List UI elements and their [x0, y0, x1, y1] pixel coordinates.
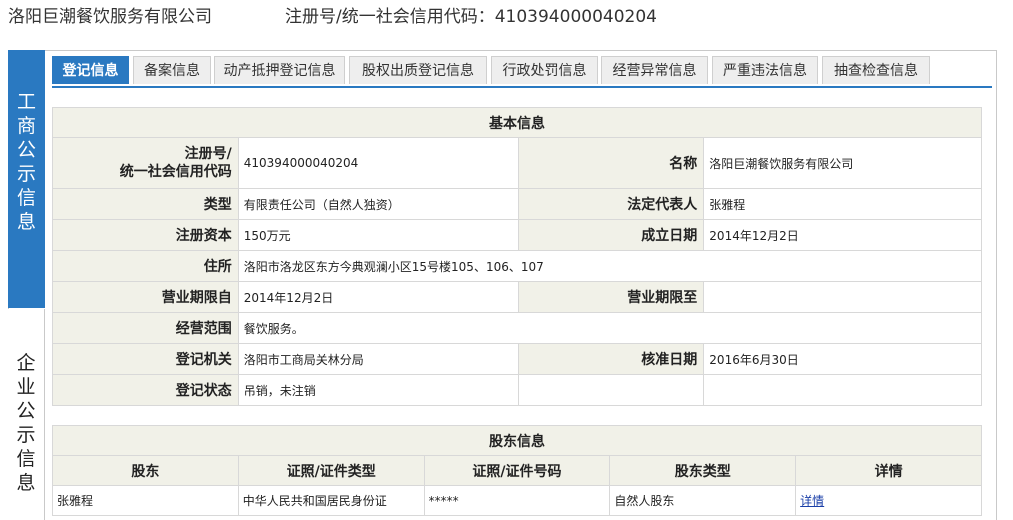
term-from-value: 2014年12月2日: [237, 281, 519, 313]
tab-spot-check[interactable]: 抽查检查信息: [822, 56, 930, 84]
type-value: 有限责任公司（自然人独资）: [237, 188, 519, 220]
status-value: 吊销，未注销: [237, 374, 519, 406]
legal-rep-value: 张雅程: [703, 188, 982, 220]
founded-value: 2014年12月2日: [703, 219, 982, 251]
shareholder-name: 张雅程: [52, 485, 239, 516]
basic-info-title: 基本信息: [52, 107, 982, 138]
address-value: 洛阳市洛龙区东方今典观澜小区15号楼105、106、107: [237, 250, 983, 282]
reg-no-label-line2: 统一社会信用代码: [119, 164, 232, 180]
company-title: 洛阳巨潮餐饮服务有限公司: [8, 7, 212, 27]
col-header-id-number: 证照/证件号码: [423, 455, 611, 486]
name-value: 洛阳巨潮餐饮服务有限公司: [703, 137, 982, 189]
sidebar-item-qiye[interactable]: 企业公示信息: [8, 309, 45, 520]
col-header-id-type: 证照/证件类型: [237, 455, 425, 486]
sidebar-gongshang-label: 工商公示信息: [16, 91, 36, 233]
tab-chattel-mortgage[interactable]: 动产抵押登记信息: [214, 56, 345, 84]
table-row: 张雅程 中华人民共和国居民身份证 ***** 自然人股东 详情: [52, 485, 982, 516]
shareholder-type: 自然人股东: [609, 485, 797, 516]
name-label: 名称: [517, 137, 705, 189]
shareholder-id-type: 中华人民共和国居民身份证: [237, 485, 425, 516]
registration-number-line: 注册号/统一社会信用代码：410394000040204: [285, 7, 657, 27]
shareholder-detail-cell: 详情: [795, 485, 982, 516]
scope-label: 经营范围: [52, 312, 239, 344]
tab-bar: 登记信息 备案信息 动产抵押登记信息 股权出质登记信息 行政处罚信息 经营异常信…: [52, 56, 992, 88]
legal-rep-label: 法定代表人: [517, 188, 705, 220]
capital-value: 150万元: [237, 219, 519, 251]
term-to-value: [703, 281, 982, 313]
tab-admin-penalty[interactable]: 行政处罚信息: [491, 56, 598, 84]
col-header-holder-type: 股东类型: [609, 455, 797, 486]
sidebar-item-gongshang[interactable]: 工商公示信息: [8, 50, 45, 308]
shareholder-table: 股东信息 股东 证照/证件类型 证照/证件号码 股东类型 详情 张雅程 中华人民…: [52, 425, 982, 516]
sidebar-qiye-label: 企业公示信息: [16, 352, 36, 494]
col-header-detail: 详情: [795, 455, 982, 486]
shareholder-id-number: *****: [423, 485, 611, 516]
empty-cell: [517, 374, 705, 406]
tab-serious-violation[interactable]: 严重违法信息: [712, 56, 818, 84]
tab-abnormal-operation[interactable]: 经营异常信息: [601, 56, 708, 84]
shareholder-title: 股东信息: [52, 425, 982, 456]
status-label: 登记状态: [52, 374, 239, 406]
col-header-shareholder: 股东: [52, 455, 239, 486]
reg-no-label: 注册号/统一社会信用代码: [52, 137, 239, 189]
page-header: 洛阳巨潮餐饮服务有限公司 注册号/统一社会信用代码：41039400004020…: [0, 0, 1013, 30]
basic-info-table: 基本信息 注册号/统一社会信用代码 410394000040204 名称 洛阳巨…: [52, 107, 983, 406]
address-label: 住所: [52, 250, 239, 282]
detail-link[interactable]: 详情: [800, 494, 824, 508]
capital-label: 注册资本: [52, 219, 239, 251]
type-label: 类型: [52, 188, 239, 220]
tab-equity-pledge[interactable]: 股权出质登记信息: [349, 56, 487, 84]
authority-label: 登记机关: [52, 343, 239, 375]
tab-registration-info[interactable]: 登记信息: [52, 56, 129, 84]
founded-label: 成立日期: [517, 219, 705, 251]
term-from-label: 营业期限自: [52, 281, 239, 313]
tab-filing-info[interactable]: 备案信息: [133, 56, 211, 84]
authority-value: 洛阳市工商局关林分局: [237, 343, 519, 375]
approval-date-label: 核准日期: [517, 343, 705, 375]
term-to-label: 营业期限至: [517, 281, 705, 313]
reg-no-value: 410394000040204: [237, 137, 519, 189]
reg-no-label-line1: 注册号/: [184, 146, 232, 162]
approval-date-value: 2016年6月30日: [703, 343, 982, 375]
scope-value: 餐饮服务。: [237, 312, 983, 344]
empty-cell: [703, 374, 982, 406]
